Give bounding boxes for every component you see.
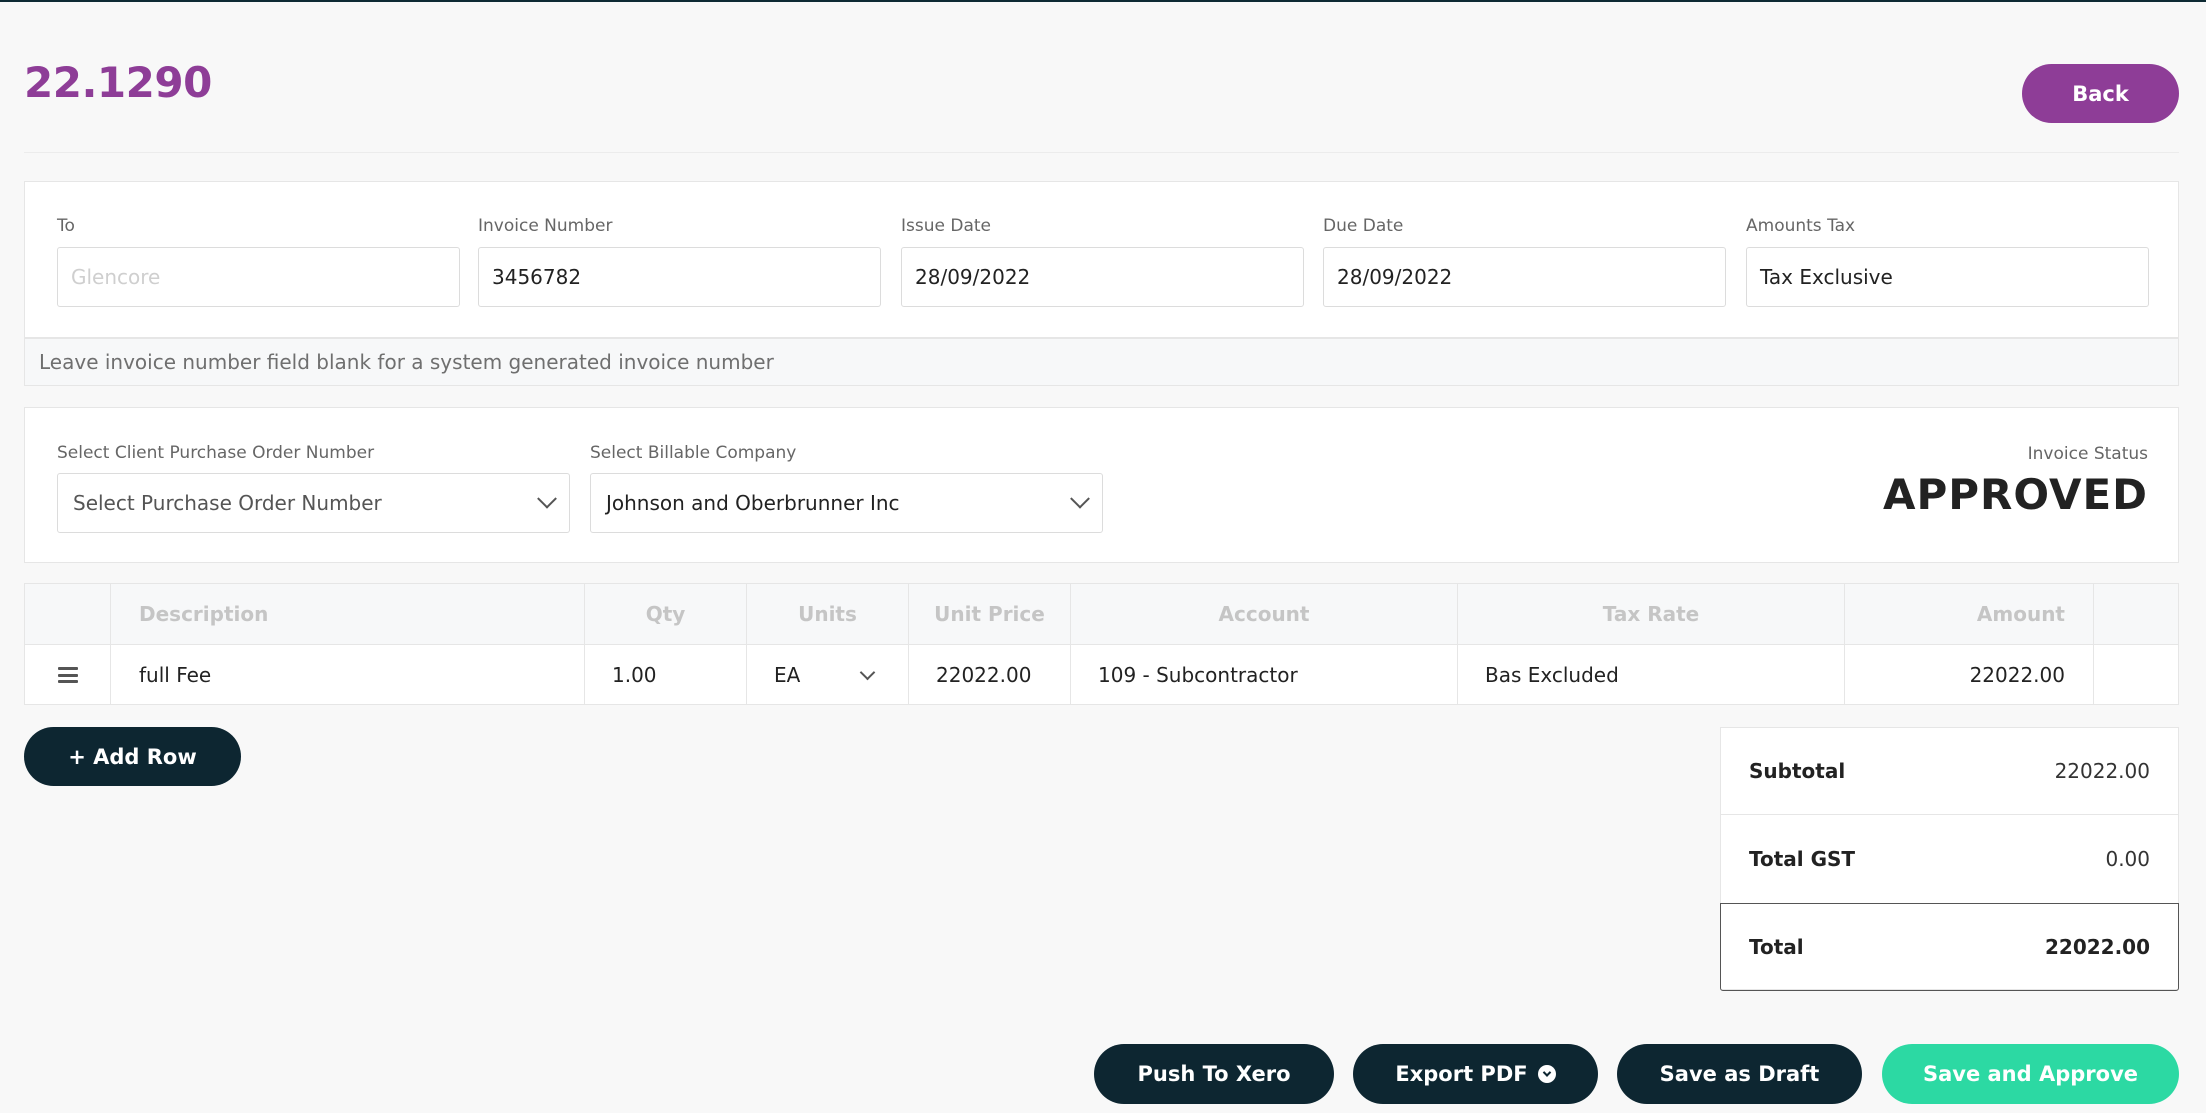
total-value: 22022.00 (2044, 935, 2150, 959)
total-row: Total 22022.00 (1720, 903, 2179, 991)
billing-selection-card: Select Client Purchase Order Number Sele… (24, 407, 2179, 563)
billable-company-select[interactable]: Johnson and Oberbrunner Inc (590, 473, 1103, 533)
row-actions-cell (2094, 645, 2179, 705)
issue-date-label: Issue Date (901, 216, 991, 236)
billable-company-select-value: Johnson and Oberbrunner Inc (606, 491, 900, 515)
due-date-label: Due Date (1323, 216, 1404, 236)
purchase-order-label: Select Client Purchase Order Number (57, 443, 375, 463)
th-tax-rate: Tax Rate (1458, 584, 1845, 644)
invoice-status-value: APPROVED (1882, 470, 2148, 519)
gst-row: Total GST 0.00 (1721, 815, 2178, 902)
export-pdf-button[interactable]: Export PDF (1353, 1044, 1598, 1104)
th-amount: Amount (1845, 584, 2094, 644)
drag-column-header (25, 584, 111, 644)
invoice-number-label: Invoice Number (478, 216, 613, 236)
row-units-select[interactable]: EA (747, 645, 909, 705)
header-divider (24, 152, 2179, 153)
purchase-order-select[interactable]: Select Purchase Order Number (57, 473, 570, 533)
to-field[interactable]: Glencore (57, 247, 460, 307)
amounts-tax-field[interactable]: Tax Exclusive (1746, 247, 2149, 307)
th-qty: Qty (585, 584, 747, 644)
total-label: Total (1749, 935, 1804, 959)
amounts-tax-label: Amounts Tax (1746, 216, 1856, 236)
row-units-value: EA (774, 663, 801, 687)
subtotal-value: 22022.00 (2054, 759, 2150, 783)
gst-value: 0.00 (2105, 846, 2150, 871)
row-unit-price[interactable]: 22022.00 (909, 645, 1071, 705)
chevron-down-icon (537, 488, 557, 509)
invoice-number-field[interactable]: 3456782 (478, 247, 881, 307)
th-description: Description (111, 584, 585, 644)
to-label: To (57, 216, 75, 236)
invoice-details-card: To Glencore Invoice Number 3456782 Issue… (24, 181, 2179, 338)
actions-column-header (2094, 584, 2179, 644)
drag-handle-icon (57, 667, 78, 683)
subtotal-row: Subtotal 22022.00 (1721, 728, 2178, 815)
row-description[interactable]: full Fee (111, 645, 585, 705)
back-button[interactable]: Back (2022, 64, 2179, 123)
row-tax-rate[interactable]: Bas Excluded (1458, 645, 1845, 705)
chevron-down-circle-icon (1537, 1065, 1556, 1083)
subtotal-label: Subtotal (1749, 759, 1846, 783)
add-row-button[interactable]: + Add Row (24, 727, 241, 786)
th-account: Account (1071, 584, 1458, 644)
billable-company-label: Select Billable Company (590, 443, 797, 463)
invoice-status-label: Invoice Status (2027, 444, 2148, 464)
issue-date-field[interactable]: 28/09/2022 (901, 247, 1304, 307)
chevron-down-icon (859, 664, 876, 680)
due-date-field[interactable]: 28/09/2022 (1323, 247, 1726, 307)
row-qty[interactable]: 1.00 (585, 645, 747, 705)
chevron-down-icon (1070, 488, 1090, 509)
export-pdf-label: Export PDF (1395, 1062, 1528, 1086)
table-row: full Fee 1.00 EA 22022.00 109 - Subcontr… (25, 645, 2178, 705)
invoice-number-hint: Leave invoice number field blank for a s… (24, 338, 2179, 386)
row-account[interactable]: 109 - Subcontractor (1071, 645, 1458, 705)
th-units: Units (747, 584, 909, 644)
table-header: Description Qty Units Unit Price Account… (25, 584, 2178, 645)
save-and-approve-button[interactable]: Save and Approve (1882, 1044, 2179, 1104)
save-as-draft-button[interactable]: Save as Draft (1617, 1044, 1862, 1104)
purchase-order-select-value: Select Purchase Order Number (73, 491, 382, 515)
drag-handle[interactable] (25, 645, 111, 705)
push-to-xero-button[interactable]: Push To Xero (1094, 1044, 1334, 1104)
page-title: 22.1290 (24, 58, 212, 107)
totals-panel: Subtotal 22022.00 Total GST 0.00 Total 2… (1720, 727, 2179, 991)
th-unit-price: Unit Price (909, 584, 1071, 644)
row-amount: 22022.00 (1845, 645, 2094, 705)
line-items-table: Description Qty Units Unit Price Account… (24, 583, 2179, 705)
gst-label: Total GST (1749, 846, 1856, 871)
